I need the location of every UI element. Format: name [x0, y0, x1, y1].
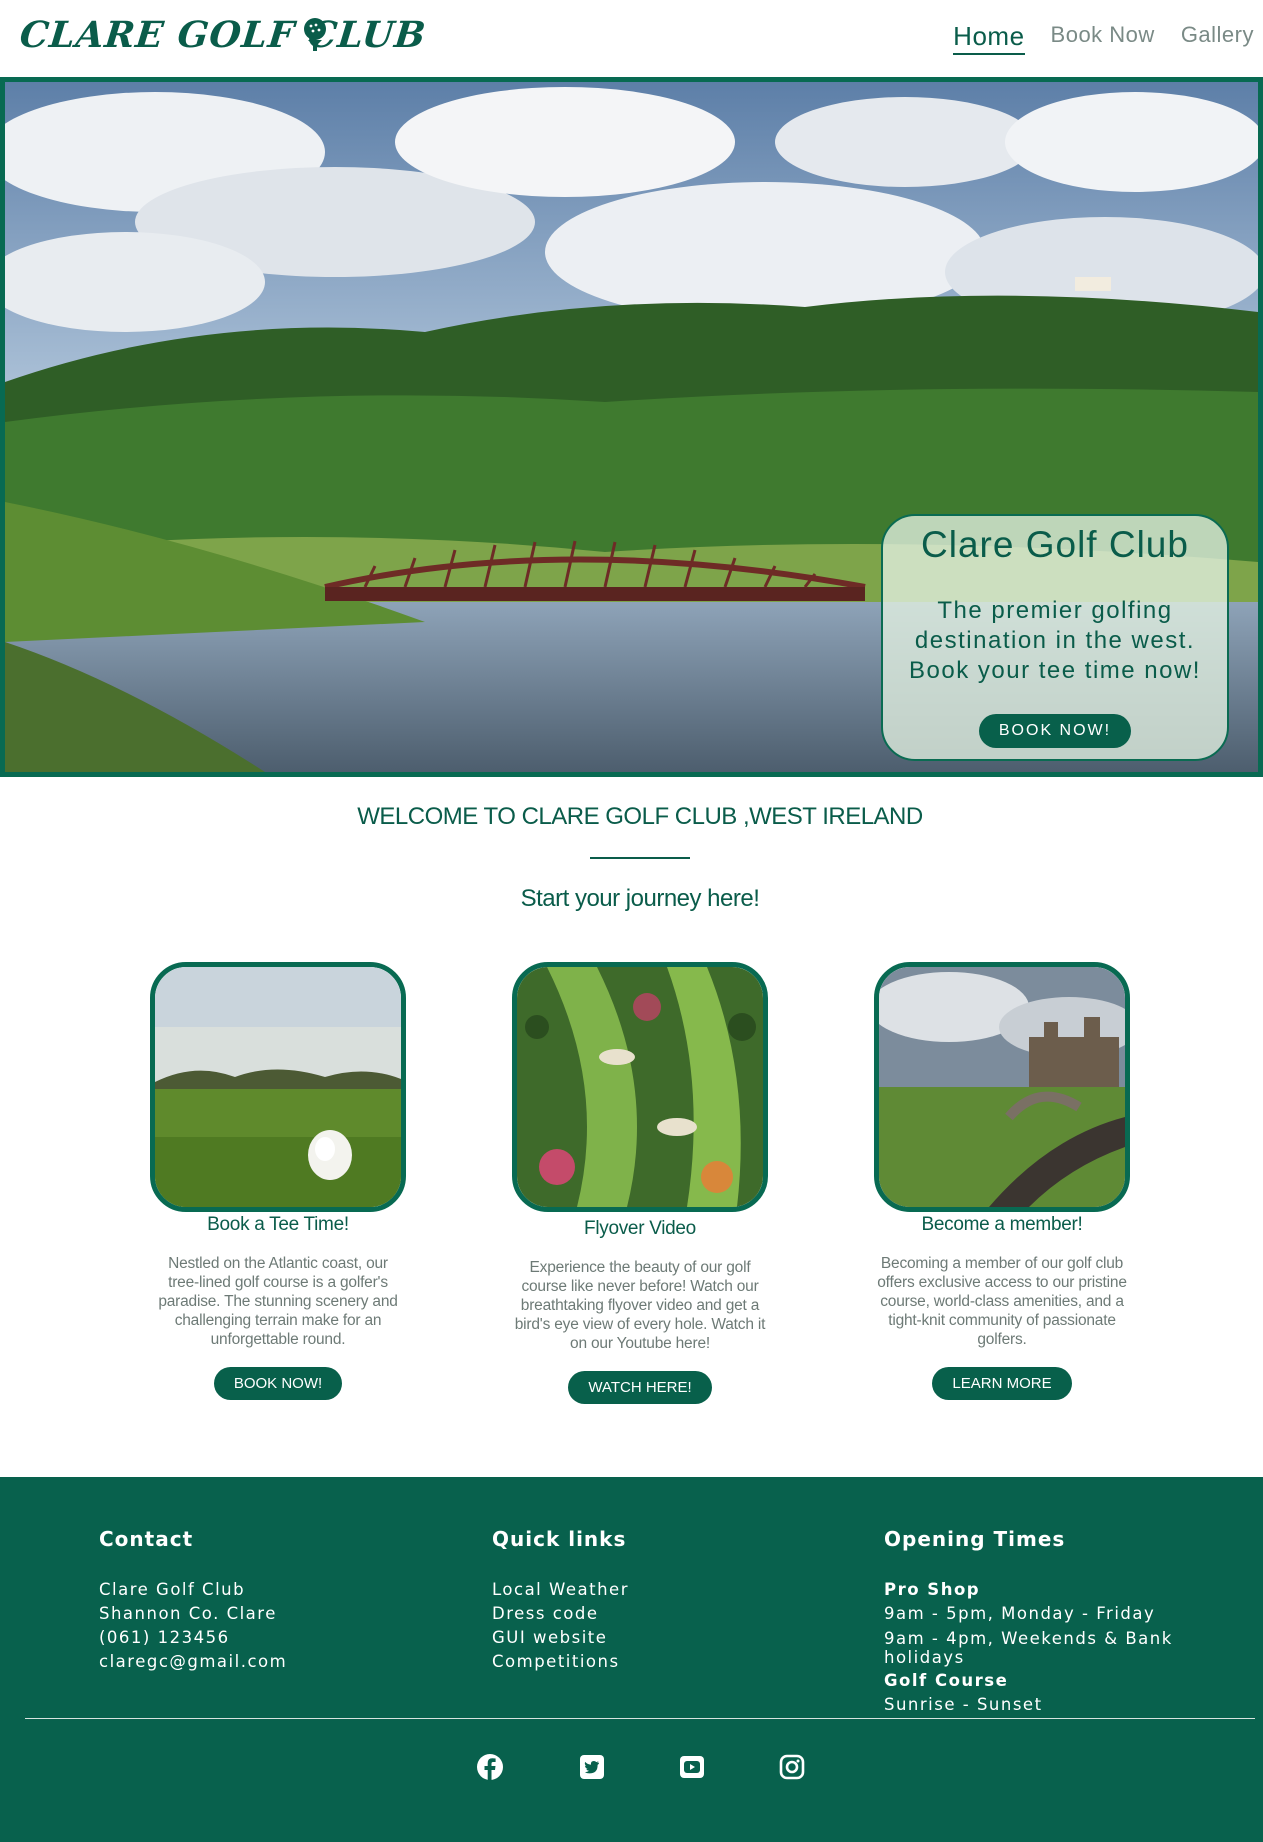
card-title: Book a Tee Time!: [207, 1214, 349, 1235]
footer-opening-times-heading: Opening Times: [884, 1527, 1066, 1551]
quick-link-dress-code[interactable]: Dress code: [492, 1602, 629, 1626]
tee-time-book-now-button[interactable]: BOOK NOW!: [213, 1367, 343, 1400]
contact-phone[interactable]: (061) 123456: [99, 1626, 287, 1650]
card-text: Nestled on the Atlantic coast, our tree-…: [158, 1255, 398, 1348]
instagram-icon[interactable]: [778, 1753, 806, 1781]
hero-card: Clare Golf Club The premier golfing dest…: [881, 514, 1229, 761]
quick-link-weather[interactable]: Local Weather: [492, 1578, 629, 1602]
footer-divider: [25, 1718, 1255, 1719]
footer-quick-links: Quick links Local Weather Dress code GUI…: [492, 1527, 629, 1674]
card-text: Experience the beauty of our golf course…: [514, 1259, 766, 1352]
nav-link-gallery[interactable]: Gallery: [1181, 22, 1254, 55]
hero-banner: Clare Golf Club The premier golfing dest…: [0, 77, 1263, 777]
footer-contact-heading: Contact: [99, 1527, 194, 1551]
site-logo[interactable]: CLARE GOLF CLUB: [18, 14, 429, 56]
hero-title: Clare Golf Club: [921, 524, 1189, 565]
card-text: Becoming a member of our golf club offer…: [877, 1255, 1127, 1348]
flyover-watch-button[interactable]: WATCH HERE!: [568, 1371, 712, 1404]
pro-shop-weekday-hours: 9am - 5pm, Monday - Friday: [884, 1604, 1156, 1623]
membership-learn-more-button[interactable]: LEARN MORE: [932, 1367, 1072, 1400]
flyover-image: [512, 962, 768, 1212]
contact-address: Shannon Co. Clare: [99, 1604, 277, 1623]
nav-link-book-now[interactable]: Book Now: [1051, 22, 1155, 55]
golf-course-hours: Sunrise - Sunset: [884, 1695, 1043, 1714]
footer-contact: Contact Clare Golf Club Shannon Co. Clar…: [99, 1527, 287, 1674]
welcome-heading: WELCOME TO CLARE GOLF CLUB ,WEST IRELAND: [357, 803, 923, 830]
quick-link-competitions[interactable]: Competitions: [492, 1650, 629, 1674]
golf-ball-on-tee-icon: [304, 18, 326, 51]
nav-link-home[interactable]: Home: [953, 21, 1025, 55]
card-tee-time: Book a Tee Time! Nestled on the Atlantic…: [148, 962, 408, 1400]
tee-time-image: [150, 962, 406, 1212]
contact-name: Clare Golf Club: [99, 1580, 246, 1599]
pro-shop-weekend-hours: 9am - 4pm, Weekends & Bank holidays: [884, 1629, 1173, 1667]
membership-image: [874, 962, 1130, 1212]
nav-links: Home Book Now Gallery: [953, 21, 1254, 55]
site-footer: Contact Clare Golf Club Shannon Co. Clar…: [0, 1477, 1263, 1842]
top-navbar: CLARE GOLF CLUB Home Book Now Gallery: [0, 0, 1263, 77]
facebook-icon[interactable]: [476, 1753, 504, 1781]
twitter-icon[interactable]: [578, 1753, 606, 1781]
hero-book-now-button[interactable]: BOOK NOW!: [978, 714, 1132, 748]
footer-quick-links-heading: Quick links: [492, 1527, 627, 1551]
pro-shop-label: Pro Shop: [884, 1580, 981, 1599]
card-membership: Become a member! Becoming a member of ou…: [872, 962, 1132, 1400]
contact-email[interactable]: claregc@gmail.com: [99, 1650, 287, 1674]
welcome-subtitle: Start your journey here!: [520, 885, 760, 912]
heading-divider: [590, 857, 690, 859]
card-flyover-video: Flyover Video Experience the beauty of o…: [510, 962, 770, 1404]
footer-opening-times: Opening Times Pro Shop 9am - 5pm, Monday…: [884, 1527, 1184, 1717]
card-title: Become a member!: [921, 1214, 1083, 1235]
quick-link-gui-website[interactable]: GUI website: [492, 1626, 629, 1650]
card-title: Flyover Video: [584, 1218, 696, 1239]
golf-course-label: Golf Course: [884, 1671, 1009, 1690]
youtube-icon[interactable]: [678, 1753, 706, 1781]
hero-text: The premier golfing destination in the w…: [909, 597, 1201, 684]
